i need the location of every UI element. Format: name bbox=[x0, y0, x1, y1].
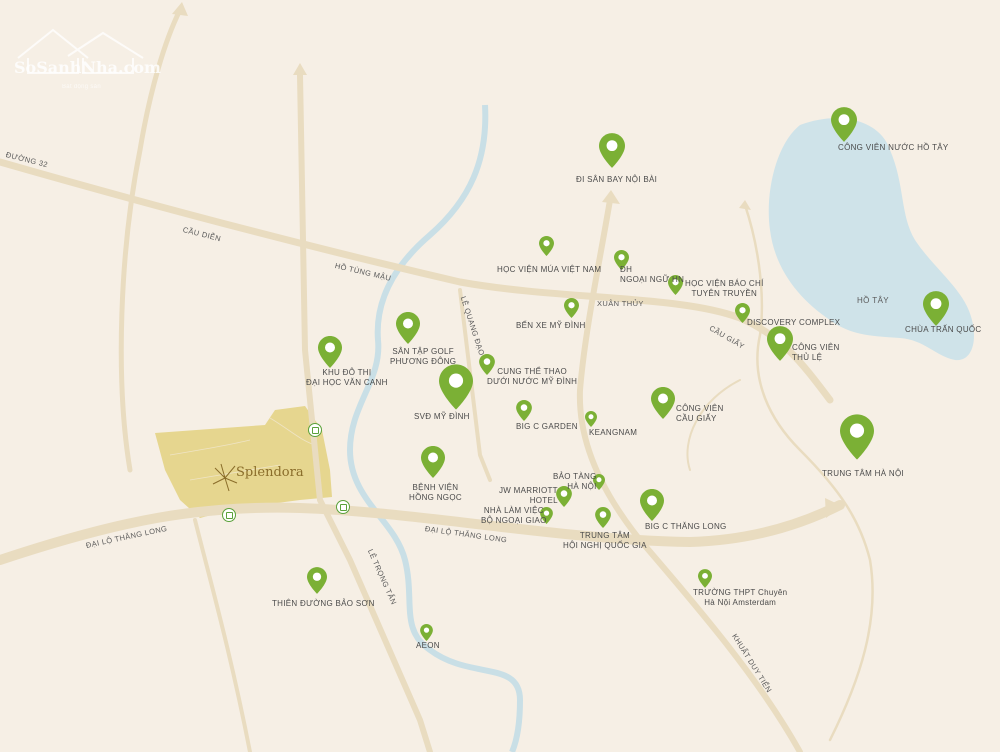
label-jw-line1: JW MARRIOTT bbox=[499, 486, 558, 495]
label-ben-xe: BẾN XE MỸ ĐÌNH bbox=[516, 321, 586, 330]
map-pin-icon[interactable] bbox=[599, 133, 625, 168]
label-thpt-amsterdam: TRƯỜNG THPT Chuyên Hà Nội Amsterdam bbox=[693, 588, 787, 608]
label-hoi-nghi-line2: HỘI NGHỊ QUỐC GIA bbox=[563, 541, 647, 550]
project-area bbox=[155, 406, 332, 518]
map-pin-icon[interactable] bbox=[595, 507, 611, 528]
label-nha-lam-viec-line2: BỘ NGOẠI GIAO bbox=[481, 516, 547, 525]
map-pin-icon[interactable] bbox=[651, 387, 675, 419]
label-san-golf: SÂN TẬP GOLF PHƯƠNG ĐÔNG bbox=[390, 347, 456, 367]
map-pin-icon[interactable] bbox=[307, 567, 327, 594]
label-trung-tam-hoi-nghi: TRUNG TÂM HỘI NGHỊ QUỐC GIA bbox=[563, 531, 647, 551]
label-hv-bao-chi: HỌC VIỆN BÁO CHÍ TUYÊN TRUYỀN bbox=[685, 279, 764, 299]
label-nha-lam-viec: NHÀ LÀM VIỆC BỘ NGOẠI GIAO bbox=[481, 506, 547, 526]
label-hv-bao-chi-line1: HỌC VIỆN BÁO CHÍ bbox=[685, 279, 764, 288]
label-di-san-bay: ĐI SÂN BAY NỘI BÀI bbox=[576, 175, 658, 184]
label-bao-tang-line2: HÀ NỘI bbox=[567, 482, 597, 491]
label-cv-thu-le: CÔNG VIÊN THỦ LỆ bbox=[792, 343, 840, 363]
map-pin-icon[interactable] bbox=[318, 336, 342, 368]
label-san-golf-line1: SÂN TẬP GOLF bbox=[392, 347, 454, 356]
label-khu-do-thi-line1: KHU ĐÔ THỊ bbox=[322, 368, 372, 377]
label-cv-cau-giay-line1: CÔNG VIÊN bbox=[676, 404, 724, 413]
map-pin-icon[interactable] bbox=[439, 364, 473, 410]
label-jw-marriott: JW MARRIOTT HOTEL bbox=[499, 486, 558, 506]
map-pin-icon[interactable] bbox=[640, 489, 664, 521]
map-pin-icon[interactable] bbox=[698, 569, 712, 588]
label-cv-cau-giay: CÔNG VIÊN CẦU GIẤY bbox=[676, 404, 724, 424]
label-hoi-nghi-line1: TRUNG TÂM bbox=[579, 531, 630, 540]
label-cung-the-thao-line2: DƯỚI NƯỚC MỸ ĐÌNH bbox=[487, 377, 578, 386]
label-benh-vien-line1: BỆNH VIỆN bbox=[412, 483, 459, 492]
label-benh-vien: BỆNH VIỆN HỒNG NGỌC bbox=[409, 483, 462, 503]
label-thpt-line1: TRƯỜNG THPT Chuyên bbox=[693, 588, 788, 597]
label-svd-my-dinh: SVĐ MỸ ĐÌNH bbox=[414, 412, 470, 421]
metro-station-icon bbox=[222, 508, 236, 522]
metro-station-icon bbox=[308, 423, 322, 437]
label-khu-do-thi-line2: ĐẠI HỌC VĂN CANH bbox=[306, 378, 388, 387]
label-benh-vien-line2: HỒNG NGỌC bbox=[409, 493, 462, 502]
map-pin-icon[interactable] bbox=[396, 312, 420, 344]
label-hoc-vien-mua: HỌC VIỆN MÚA VIỆT NAM bbox=[497, 265, 602, 274]
map-pin-icon[interactable] bbox=[421, 446, 445, 478]
label-cong-vien-nuoc-ho-tay: CÔNG VIÊN NƯỚC HỒ TÂY bbox=[838, 143, 949, 152]
lake-label-hotay: HỒ TÂY bbox=[857, 296, 890, 305]
map-pin-icon[interactable] bbox=[539, 236, 554, 256]
map-pin-icon[interactable] bbox=[923, 291, 949, 326]
label-trung-tam-ha-noi: TRUNG TÂM HÀ NỘI bbox=[822, 469, 904, 478]
label-aeon: AEON bbox=[416, 641, 440, 650]
label-cung-the-thao: CUNG THỂ THAO DƯỚI NƯỚC MỸ ĐÌNH bbox=[487, 367, 577, 387]
map-pin-icon[interactable] bbox=[840, 414, 874, 460]
label-thien-duong-bao-son: THIÊN ĐƯỜNG BẢO SƠN bbox=[272, 599, 375, 608]
map-pin-icon[interactable] bbox=[767, 326, 793, 361]
map-pin-icon[interactable] bbox=[516, 400, 532, 421]
label-cung-the-thao-line1: CUNG THỂ THAO bbox=[497, 367, 568, 376]
label-discovery: DISCOVERY COMPLEX bbox=[747, 318, 841, 327]
road-label-xuanthuy: XUÂN THỦY bbox=[597, 299, 644, 308]
label-big-c-garden: BIG C GARDEN bbox=[516, 422, 578, 431]
map-pin-icon[interactable] bbox=[420, 624, 433, 641]
metro-station-icon bbox=[336, 500, 350, 514]
label-keangnam: KEANGNAM bbox=[589, 428, 638, 437]
river bbox=[346, 104, 524, 752]
label-big-c-thang-long: BIG C THĂNG LONG bbox=[645, 522, 727, 531]
map-pin-icon[interactable] bbox=[564, 298, 579, 318]
map-canvas: SoSanhNha.com Bất động sản Splendora ĐƯỜ… bbox=[0, 0, 1000, 752]
label-bao-tang-line1: BẢO TÀNG bbox=[553, 472, 597, 481]
label-nha-lam-viec-line1: NHÀ LÀM VIỆC bbox=[483, 506, 544, 515]
map-pin-icon[interactable] bbox=[831, 107, 857, 142]
label-bao-tang: BẢO TÀNG HÀ NỘI bbox=[553, 472, 597, 492]
map-pin-icon[interactable] bbox=[585, 411, 597, 427]
label-dh-ngoai-ngu-line2: NGOẠI NGỮ HN bbox=[620, 275, 685, 284]
label-thpt-line2: Hà Nội Amsterdam bbox=[704, 598, 777, 607]
watermark-tagline: Bất động sản bbox=[62, 84, 101, 90]
label-cv-thu-le-line2: THỦ LỆ bbox=[792, 353, 823, 362]
project-name: Splendora bbox=[236, 465, 304, 480]
label-cv-thu-le-line1: CÔNG VIÊN bbox=[792, 343, 840, 352]
label-chua-tran-quoc: CHÙA TRẤN QUỐC bbox=[905, 325, 982, 334]
label-cv-cau-giay-line2: CẦU GIẤY bbox=[676, 414, 717, 423]
label-hv-bao-chi-line2: TUYÊN TRUYỀN bbox=[691, 289, 758, 298]
label-dh-ngoai-ngu-line1: ĐH bbox=[620, 265, 633, 274]
label-dh-ngoai-ngu: ĐH NGOẠI NGỮ HN bbox=[620, 265, 684, 285]
watermark-brand: SoSanhNha.com bbox=[14, 58, 161, 77]
label-khu-do-thi: KHU ĐÔ THỊ ĐẠI HỌC VĂN CANH bbox=[306, 368, 388, 388]
label-jw-line2: HOTEL bbox=[529, 496, 558, 505]
label-san-golf-line2: PHƯƠNG ĐÔNG bbox=[390, 357, 457, 366]
